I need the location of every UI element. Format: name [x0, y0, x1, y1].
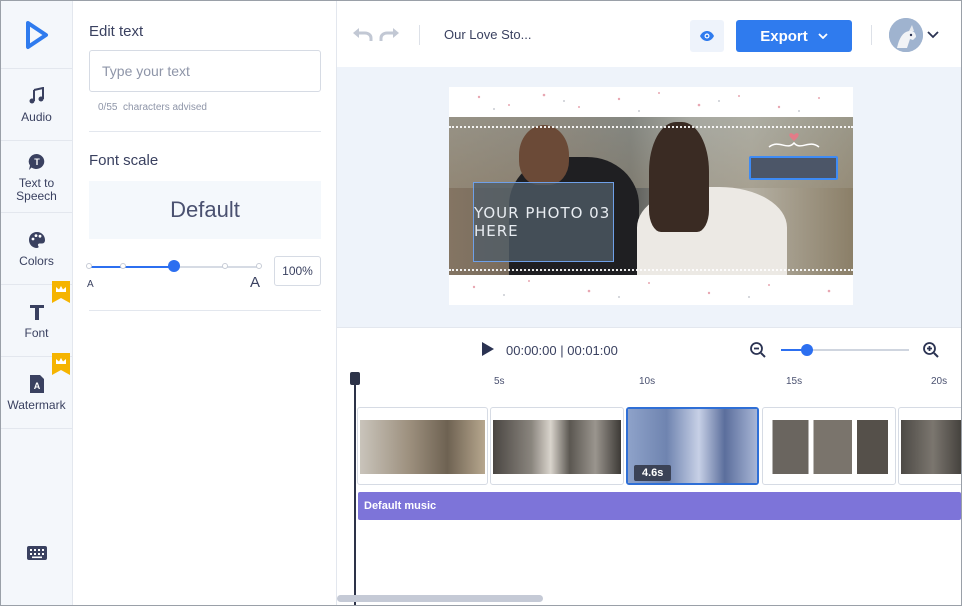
watermark-icon: A — [26, 373, 48, 395]
font-scale-step[interactable] — [86, 263, 92, 269]
time-separator: | — [560, 343, 564, 358]
preview-button[interactable] — [690, 20, 724, 52]
text-input[interactable] — [89, 50, 321, 92]
clip-duration-badge: 4.6s — [634, 465, 672, 481]
timecode: 00:00:00 | 00:01:00 — [506, 343, 618, 358]
premium-crown-icon — [52, 353, 70, 375]
chevron-down-icon[interactable] — [927, 31, 939, 39]
font-scale-percent-input[interactable]: 100% — [274, 256, 321, 286]
video-canvas[interactable]: YOUR PHOTO 03 HERE — [449, 87, 853, 305]
project-title[interactable]: Our Love Sto... — [444, 27, 531, 42]
clip-thumbnail — [765, 420, 893, 474]
scale-small-label: A — [87, 279, 94, 290]
ruler-tick-label: 5s — [494, 376, 505, 387]
timeline-scrollbar[interactable] — [337, 595, 543, 602]
divider — [89, 131, 321, 132]
sidebar-item-label: Watermark — [7, 398, 66, 412]
char-count: 0/55 — [98, 102, 118, 113]
timeline-clip[interactable] — [762, 407, 896, 485]
sidebar-item-label: Font — [24, 326, 49, 340]
timeline-clip[interactable] — [490, 407, 624, 485]
playhead-line — [354, 383, 356, 605]
font-scale-step[interactable] — [256, 263, 262, 269]
font-scale-step[interactable] — [222, 263, 228, 269]
timeline-clip-selected[interactable]: 4.6s — [626, 407, 759, 485]
toolbar-separator — [871, 25, 872, 45]
play-logo-icon — [25, 20, 48, 49]
clip-thumbnail — [360, 420, 485, 474]
sidebar-item-audio[interactable]: Audio — [1, 69, 72, 141]
selected-text-box[interactable] — [749, 156, 838, 180]
player-bar: 00:00:00 | 00:01:00 — [337, 327, 961, 371]
photo-placeholder[interactable]: YOUR PHOTO 03 HERE — [473, 182, 614, 262]
font-scale-heading: Font scale — [89, 152, 159, 169]
dashed-border-line — [449, 269, 853, 271]
total-time: 00:01:00 — [567, 343, 618, 358]
toolbar-separator — [419, 25, 420, 45]
clip-thumbnail — [901, 420, 961, 474]
app-logo[interactable] — [1, 1, 72, 69]
audio-track-label: Default music — [364, 500, 437, 512]
photo-figure — [519, 125, 569, 185]
edit-panel: Edit text 0/55 characters advised Font s… — [73, 1, 337, 605]
zoom-slider-handle[interactable] — [801, 344, 813, 356]
palette-icon — [26, 229, 48, 251]
svg-text:A: A — [33, 381, 40, 391]
top-toolbar: Our Love Sto... Export — [337, 1, 961, 67]
left-sidebar: Audio T Text to Speech Colors Font A Wat… — [1, 1, 73, 605]
sidebar-item-colors[interactable]: Colors — [1, 213, 72, 285]
chevron-down-icon — [818, 33, 828, 39]
premium-crown-icon — [52, 281, 70, 303]
font-scale-preset[interactable]: Default — [89, 181, 321, 239]
user-avatar[interactable] — [889, 18, 923, 52]
ruler-tick-label: 20s — [931, 376, 948, 387]
current-time: 00:00:00 — [506, 343, 557, 358]
redo-icon[interactable] — [379, 25, 401, 43]
music-note-icon — [26, 85, 48, 107]
font-icon — [26, 301, 48, 323]
character-counter: 0/55 characters advised — [98, 102, 207, 113]
sidebar-item-watermark[interactable]: A Watermark — [1, 353, 72, 429]
zoom-out-icon[interactable] — [749, 341, 767, 359]
confetti-decoration — [477, 92, 820, 112]
dashed-border-line — [449, 126, 853, 128]
sidebar-item-font[interactable]: Font — [1, 281, 72, 357]
timeline-clip[interactable] — [357, 407, 488, 485]
divider — [89, 310, 321, 311]
font-scale-slider[interactable] — [86, 260, 262, 272]
timeline[interactable]: 5s 10s 15s 20s 4.6s Default music — [337, 371, 961, 605]
heart-ornament-icon — [768, 133, 820, 148]
font-scale-slider-fill — [89, 266, 174, 268]
font-scale-slider-handle[interactable] — [168, 260, 180, 272]
sidebar-item-label: Colors — [19, 254, 54, 268]
audio-track[interactable]: Default music — [358, 492, 961, 520]
export-button[interactable]: Export — [736, 20, 852, 52]
confetti-decoration — [472, 280, 831, 298]
char-hint: characters advised — [123, 102, 207, 113]
export-label: Export — [760, 27, 808, 45]
timeline-zoom-slider[interactable] — [781, 344, 909, 356]
font-scale-step[interactable] — [120, 263, 126, 269]
ruler-tick-label: 15s — [786, 376, 803, 387]
zoom-in-icon[interactable] — [922, 341, 940, 359]
undo-icon[interactable] — [351, 25, 373, 43]
play-icon[interactable] — [479, 341, 495, 357]
photo-figure — [649, 122, 709, 232]
sidebar-item-label: Text to Speech — [16, 175, 57, 203]
svg-text:T: T — [34, 157, 40, 167]
clip-thumbnail — [493, 420, 621, 474]
preview-stage: YOUR PHOTO 03 HERE — [337, 67, 961, 327]
timeline-clip[interactable] — [898, 407, 961, 485]
keyboard-icon[interactable] — [26, 544, 48, 562]
scale-large-label: A — [250, 274, 261, 291]
sidebar-item-label: Audio — [21, 110, 52, 124]
eye-icon — [700, 31, 714, 41]
playhead-handle[interactable] — [350, 372, 360, 385]
sidebar-item-text-to-speech[interactable]: T Text to Speech — [1, 141, 72, 213]
edit-text-heading: Edit text — [89, 23, 144, 40]
speech-bubble-icon: T — [26, 151, 48, 173]
ruler-tick-label: 10s — [639, 376, 656, 387]
